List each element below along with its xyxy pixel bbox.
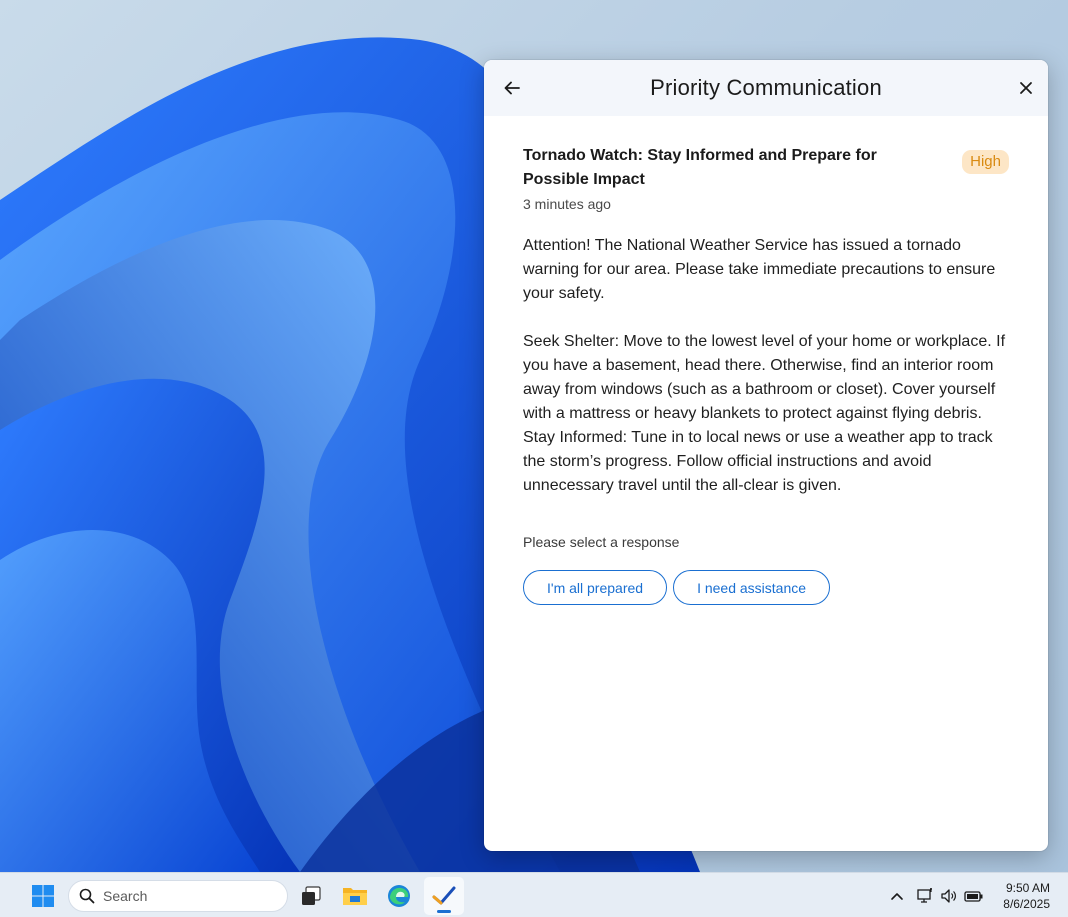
close-button[interactable] xyxy=(1012,74,1040,102)
clock-date: 8/6/2025 xyxy=(1003,897,1050,911)
alert-app-button[interactable] xyxy=(424,877,464,915)
window-title: Priority Communication xyxy=(650,75,882,100)
show-hidden-icons-button[interactable] xyxy=(880,879,914,913)
message-title: Tornado Watch: Stay Informed and Prepare… xyxy=(523,147,877,188)
window-header: Priority Communication xyxy=(484,60,1048,116)
network-icon xyxy=(917,888,932,903)
message-header: Tornado Watch: Stay Informed and Prepare… xyxy=(523,144,1009,192)
back-button[interactable] xyxy=(498,74,526,102)
message-content: Tornado Watch: Stay Informed and Prepare… xyxy=(484,116,1048,605)
edge-icon xyxy=(388,885,410,907)
response-prompt: Please select a response xyxy=(523,534,680,550)
chevron-up-icon xyxy=(891,893,903,900)
priority-badge: High xyxy=(962,150,1009,174)
arrow-left-icon xyxy=(504,81,520,95)
priority-communication-window: Priority Communication Tornado Watch: St… xyxy=(484,60,1048,851)
response-options: I'm all prepared I need assistance xyxy=(523,570,1009,605)
task-view-icon xyxy=(302,886,321,905)
task-view-button[interactable] xyxy=(294,879,328,913)
body-paragraph: Seek Shelter: Move to the lowest level o… xyxy=(523,333,1006,422)
battery-icon xyxy=(964,891,983,902)
need-assistance-button[interactable]: I need assistance xyxy=(673,570,831,605)
search-icon xyxy=(79,888,95,904)
search-placeholder: Search xyxy=(103,888,148,904)
clock-time: 9:50 AM xyxy=(1005,881,1050,895)
volume-icon xyxy=(941,889,956,903)
edge-browser-button[interactable] xyxy=(382,879,416,913)
start-button[interactable] xyxy=(26,879,60,913)
system-tray[interactable] xyxy=(912,879,988,913)
windows-start-icon xyxy=(32,885,54,907)
message-body: Attention! The National Weather Service … xyxy=(523,234,1013,498)
taskbar: Search 9:50 AM 8/6/2025 xyxy=(0,872,1068,917)
file-explorer-button[interactable] xyxy=(338,879,372,913)
file-explorer-icon xyxy=(343,888,367,905)
all-prepared-button[interactable]: I'm all prepared xyxy=(523,570,668,605)
body-paragraph: Stay Informed: Tune in to local news or … xyxy=(523,429,993,494)
message-timestamp: 3 minutes ago xyxy=(523,196,611,212)
taskbar-clock[interactable]: 9:50 AM 8/6/2025 xyxy=(1003,880,1050,912)
body-paragraph: Attention! The National Weather Service … xyxy=(523,237,996,302)
taskbar-search-box[interactable]: Search xyxy=(68,880,288,912)
active-app-indicator xyxy=(437,910,451,913)
alert-app-icon xyxy=(432,886,456,905)
close-icon xyxy=(1020,82,1032,94)
